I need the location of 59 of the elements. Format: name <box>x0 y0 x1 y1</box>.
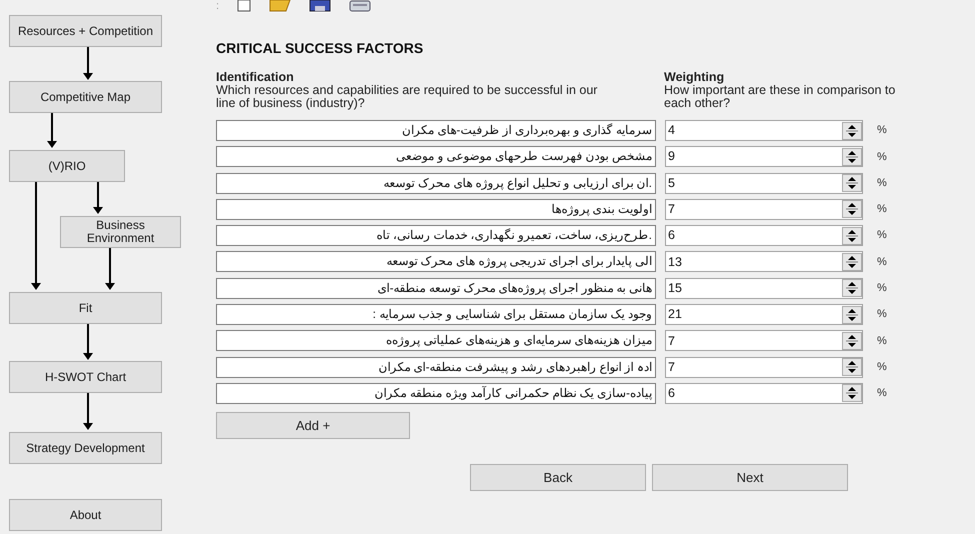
flow-arrow <box>83 393 93 430</box>
page-title: CRITICAL SUCCESS FACTORS <box>216 39 424 58</box>
add-button[interactable]: Add + <box>216 412 410 439</box>
spinner-icon[interactable] <box>842 122 862 140</box>
identification-question: Which resources and capabilities are required to be successful in our line of business (industry)? <box>216 84 598 110</box>
factor-field[interactable]: اولویت بندی پروژه‌ها <box>216 198 656 220</box>
flow-arrow <box>83 324 93 360</box>
spinner-icon[interactable] <box>842 306 862 324</box>
flowchart-node[interactable]: About <box>9 499 162 531</box>
flowchart-node[interactable]: Competitive Map <box>9 81 162 113</box>
flow-arrow <box>47 113 57 148</box>
factor-field[interactable]: .طرح‌ریزی، ساخت، تعمیرو نگهداری، خدمات رسانی، تاه <box>216 225 656 246</box>
folder-icon[interactable] <box>269 0 292 12</box>
save-icon[interactable] <box>309 0 332 12</box>
factor-field[interactable]: .ان برای ارزیابی و تحلیل انواع پروژه های محرک توسعه <box>216 172 656 194</box>
factor-field[interactable]: الی پایدار برای اجرای تدریجی پروژه های محرک توسعه <box>216 251 656 272</box>
spinner-icon[interactable] <box>842 279 862 298</box>
spinner-icon[interactable] <box>842 252 862 271</box>
spinner-icon[interactable] <box>842 148 862 166</box>
spinner-icon[interactable] <box>842 358 862 376</box>
factor-field[interactable]: ادہ از انواع راهبردهای رشد و پیشرفت منطقه-ای مکران <box>216 356 656 378</box>
percent-sign: % <box>877 281 887 296</box>
flowchart-node[interactable]: Business Environment <box>60 216 181 248</box>
toolbar-grip: : <box>216 0 220 14</box>
factor-field[interactable]: مشخص بودن فهرست طرحهای موضوعی و موضعی <box>216 146 656 168</box>
percent-sign: % <box>877 386 887 402</box>
factor-field[interactable]: میزان هزینه‌های سرمایه‌ای و هزینه‌های عملیاتی پروژه‌ه <box>216 330 656 352</box>
flow-arrow <box>93 182 103 214</box>
flowchart-node[interactable]: Resources + Competition <box>9 15 162 47</box>
spinner-icon[interactable] <box>842 174 862 192</box>
percent-sign: % <box>877 228 887 244</box>
flowchart-node[interactable]: (V)RIO <box>9 150 125 182</box>
identification-heading: Identification <box>216 71 295 84</box>
factor-field[interactable]: وجود یک سازمان مستقل برای شناسایی و جذب سرمایه : <box>216 304 656 326</box>
spinner-icon[interactable] <box>842 200 862 218</box>
percent-sign: % <box>877 123 887 138</box>
factor-field[interactable]: پیاده-سازی یک نظام حکمرانی کارآمد ویژه منطقه مکران <box>216 382 656 404</box>
back-button[interactable]: Back <box>470 464 646 491</box>
flowchart-node[interactable]: Strategy Development <box>9 432 162 464</box>
percent-sign: % <box>877 254 887 270</box>
percent-sign: % <box>877 360 887 375</box>
percent-sign: % <box>877 202 887 218</box>
spinner-icon[interactable] <box>842 332 862 350</box>
flow-arrow <box>83 47 93 80</box>
spinner-icon[interactable] <box>842 384 862 402</box>
percent-sign: % <box>877 150 887 165</box>
flowchart-node[interactable]: H-SWOT Chart <box>9 361 162 393</box>
flowchart-node[interactable]: Fit <box>9 292 162 324</box>
factor-field[interactable]: هانی به منظور اجرای پروژه‌های محرک توسعه منطقه-ای <box>216 278 656 299</box>
new-document-icon[interactable] <box>237 0 252 12</box>
factor-field[interactable]: سرمایه گذاری و بهره‌برداری از ظرفیت-های مکران <box>216 120 656 141</box>
weighting-heading: Weighting <box>664 71 726 84</box>
flow-arrow <box>105 248 115 290</box>
next-button[interactable]: Next <box>652 464 848 491</box>
percent-sign: % <box>877 334 887 349</box>
percent-sign: % <box>877 307 887 322</box>
weighting-question: How important are these in comparison to each other? <box>664 84 896 110</box>
spinner-icon[interactable] <box>842 226 862 245</box>
percent-sign: % <box>877 176 887 191</box>
